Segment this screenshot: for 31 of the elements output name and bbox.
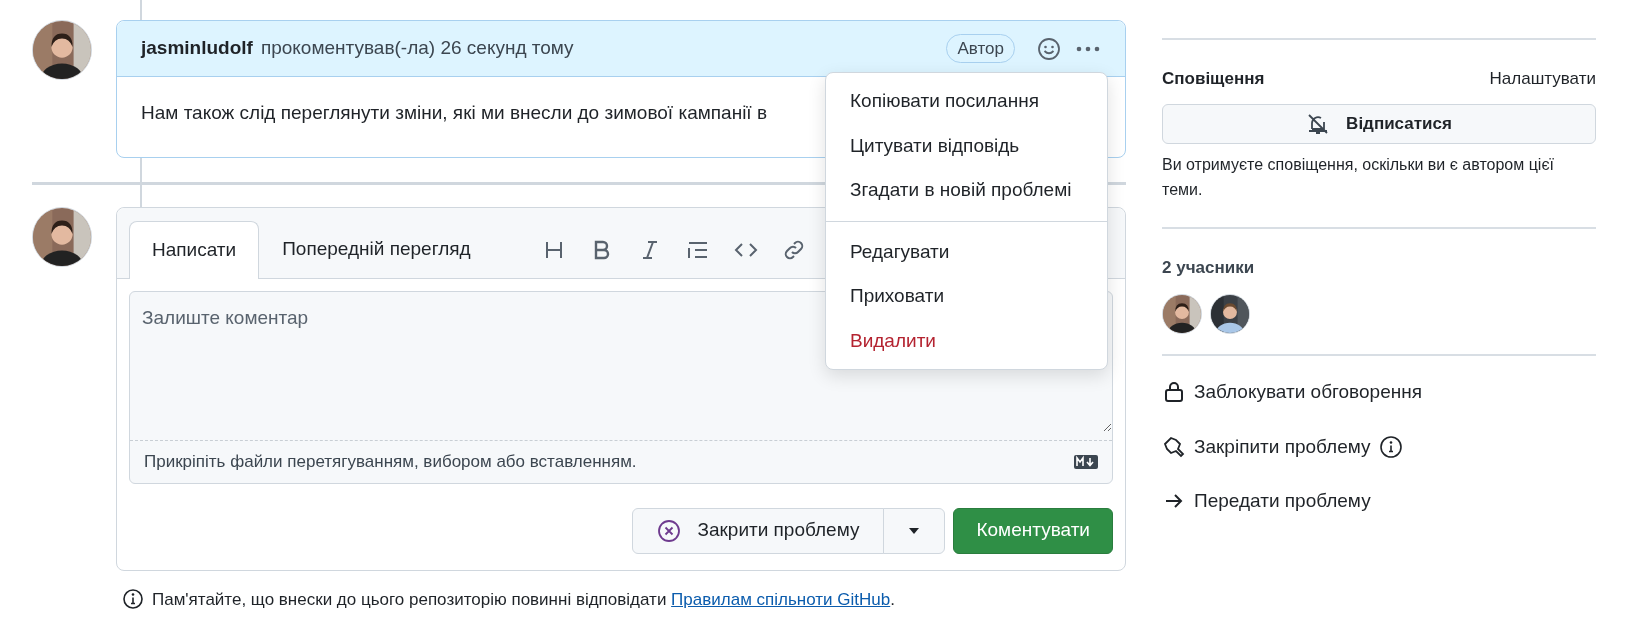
pin-icon: [1162, 434, 1186, 459]
menu-item[interactable]: Видалити: [826, 318, 1107, 363]
sidebar-action[interactable]: Закріпити проблему: [1194, 432, 1371, 462]
attach-hint: Прикріпіть файли перетягуванням, вибором або вставленням.: [144, 451, 637, 473]
customize-link[interactable]: Налаштувати: [1489, 66, 1596, 92]
section-heading: 2 учасники: [1162, 256, 1256, 279]
notification-note: Ви отримуєте сповіщення, оскільки ви є автором цієї теми.: [1162, 154, 1555, 201]
sidebar-action[interactable]: Передати проблему: [1194, 487, 1371, 516]
menu-item[interactable]: Копіювати посилання: [826, 79, 1107, 124]
editor-tab[interactable]: Попередній перегляд: [259, 220, 494, 278]
emoji-icon[interactable]: [1037, 36, 1061, 61]
menu-item[interactable]: Згадати в новій проблемі: [826, 168, 1107, 213]
author-link[interactable]: jasminludolf: [141, 34, 253, 63]
editor-tab[interactable]: Написати: [129, 221, 260, 279]
comment-body: Нам також слід переглянути зміни, які ми внесли до зимової кампанії в: [141, 101, 767, 125]
info-icon: [122, 588, 144, 611]
caret-icon: [908, 527, 921, 536]
guidelines-link[interactable]: Правилам спільноти GitHub: [671, 589, 891, 609]
more-options-icon[interactable]: [1075, 44, 1101, 53]
close-issue-button[interactable]: Закрити проблему: [632, 507, 885, 554]
menu-item[interactable]: Цитувати відповідь: [826, 123, 1107, 168]
menu-item[interactable]: Редагувати: [826, 229, 1107, 274]
comment-button[interactable]: Коментувати: [953, 507, 1113, 554]
sidebar-action[interactable]: Заблокувати обговорення: [1194, 378, 1422, 407]
close-circle-icon: [657, 518, 682, 543]
contribution-note: Пам'ятайте, що внески до цього репозиторію повинні відповідати Правилам спільноти GitHub.: [152, 588, 895, 611]
section-heading: Сповіщення: [1162, 68, 1265, 90]
markdown-icon: [1074, 453, 1098, 470]
comment-timestamp: прокоментував(-ла) 26 секунд тому: [260, 36, 574, 61]
unsubscribe-button[interactable]: Відписатися: [1162, 103, 1596, 144]
lock-icon: [1162, 380, 1186, 405]
